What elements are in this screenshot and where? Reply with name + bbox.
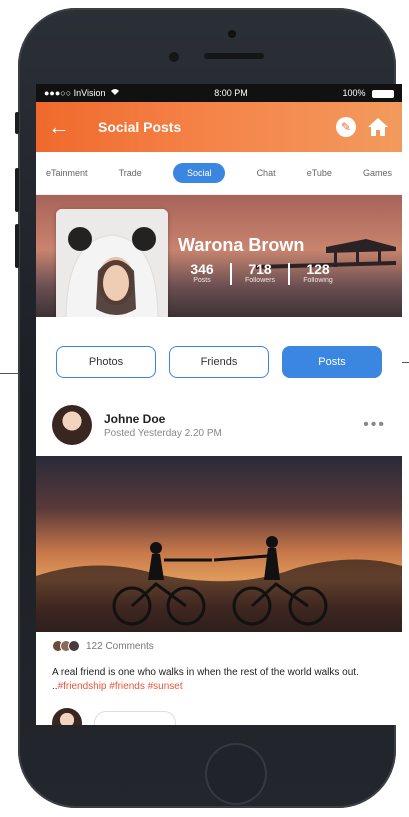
- profile-stats: 346 Posts 718 Followers 128 Following: [182, 261, 338, 285]
- stat-label: Following: [303, 277, 333, 284]
- stat-following: 128 Following: [298, 261, 338, 285]
- caption-hashtags[interactable]: #friendship #friends #sunset: [58, 681, 183, 692]
- carrier-label: ●●●○○ InVision: [44, 88, 106, 98]
- reply-row: [52, 708, 176, 725]
- home-icon[interactable]: [366, 115, 390, 139]
- stat-label: Followers: [245, 277, 275, 284]
- post-author[interactable]: Johne Doe: [104, 412, 222, 426]
- volume-down-button: [15, 224, 19, 268]
- app-screen: ●●●○○ InVision 8:00 PM 100% ← Social Pos…: [36, 84, 402, 725]
- post-header: Johne Doe Posted Yesterday 2.20 PM •••: [36, 396, 402, 454]
- profile-tab-row: Photos Friends Posts: [36, 346, 402, 378]
- edit-icon[interactable]: ✎: [336, 117, 356, 137]
- stat-value: 718: [248, 261, 272, 277]
- avatar[interactable]: [52, 405, 92, 445]
- tab-games[interactable]: Games: [363, 168, 392, 178]
- category-tabs: eTainment Trade Social Chat eTube Games: [36, 152, 402, 195]
- back-arrow-icon[interactable]: ←: [48, 116, 70, 138]
- post-caption: A real friend is one who walks in when t…: [52, 666, 388, 694]
- post-image[interactable]: [36, 456, 402, 632]
- wifi-icon: [110, 88, 120, 98]
- more-options-icon[interactable]: •••: [363, 416, 386, 434]
- battery-icon: [372, 89, 394, 98]
- battery-percent: 100%: [342, 88, 366, 98]
- status-bar: ●●●○○ InVision 8:00 PM 100%: [36, 84, 402, 102]
- comment-count: 122 Comments: [86, 640, 154, 652]
- tab-social[interactable]: Social: [172, 163, 226, 183]
- posts-button[interactable]: Posts: [282, 346, 382, 378]
- stat-divider: [230, 263, 232, 285]
- stat-value: 128: [306, 261, 330, 277]
- stat-value: 346: [190, 261, 214, 277]
- status-time: 8:00 PM: [214, 88, 248, 98]
- photos-button[interactable]: Photos: [56, 346, 156, 378]
- profile-name: Warona Brown: [178, 235, 305, 255]
- mute-switch: [15, 112, 19, 134]
- app-header: ← Social Posts ✎: [36, 102, 402, 152]
- profile-photo[interactable]: [56, 209, 168, 317]
- tab-chat[interactable]: Chat: [257, 168, 276, 178]
- avatar: [68, 640, 80, 652]
- stat-label: Posts: [193, 277, 211, 284]
- post-timestamp: Posted Yesterday 2.20 PM: [104, 427, 222, 439]
- stat-posts: 346 Posts: [182, 261, 222, 285]
- friends-button[interactable]: Friends: [169, 346, 269, 378]
- comment-input[interactable]: [94, 711, 176, 725]
- profile-cover: Warona Brown 346 Posts 718 Followers 128…: [36, 195, 402, 317]
- camera-dot: [228, 30, 236, 38]
- commenter-avatars: [52, 640, 80, 652]
- stat-followers: 718 Followers: [240, 261, 280, 285]
- tab-etube[interactable]: eTube: [307, 168, 332, 178]
- comments-row[interactable]: 122 Comments: [52, 640, 154, 652]
- avatar: [52, 708, 82, 725]
- page-title: Social Posts: [98, 119, 182, 135]
- front-camera: [169, 52, 179, 62]
- volume-up-button: [15, 168, 19, 212]
- earpiece-speaker: [204, 53, 264, 59]
- stat-divider: [288, 263, 290, 285]
- home-button[interactable]: [205, 743, 267, 805]
- tab-etainment[interactable]: eTainment: [46, 168, 88, 178]
- tab-trade[interactable]: Trade: [119, 168, 142, 178]
